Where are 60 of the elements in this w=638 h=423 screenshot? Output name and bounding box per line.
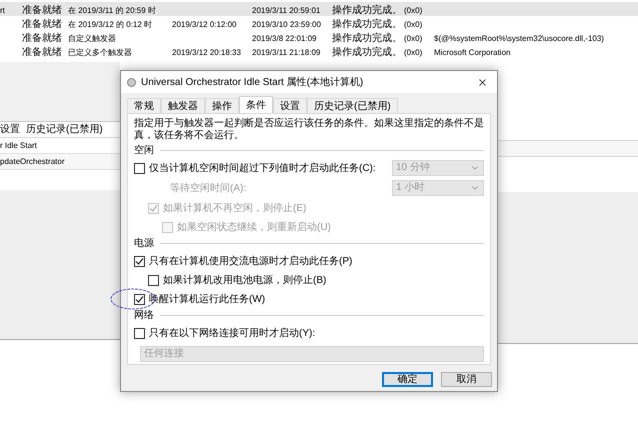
pane-tab[interactable]: 设置	[0, 122, 20, 137]
section-heading: 电源	[134, 236, 154, 251]
table-cell: 准备就绪	[22, 19, 62, 30]
table-cell: 操作成功完成。	[332, 47, 402, 58]
table-cell: 准备就绪	[22, 5, 62, 16]
table-cell: 自定义触发器	[68, 34, 116, 43]
field-label: 等待空闲时间(A):	[170, 182, 246, 196]
table-cell: 2019/3/11 20:59:01	[252, 6, 320, 15]
table-cell: 已定义多个触发器	[68, 48, 132, 57]
check-icon	[149, 204, 158, 212]
checkbox-label: 如果计算机不再空闲，则停止(E)	[163, 202, 306, 216]
checkbox-label: 唤醒计算机运行此任务(W)	[149, 292, 266, 306]
window-title: Universal Orchestrator Idle Start 属性(本地计算机)	[141, 76, 364, 90]
table-cell: 操作成功完成。	[332, 5, 402, 16]
close-icon	[476, 76, 488, 88]
tab[interactable]: 设置	[273, 98, 307, 113]
tab[interactable]: 操作	[205, 98, 239, 113]
section-heading: 空闲	[134, 144, 154, 158]
checkbox-label: 只有在以下网络连接可用时才启动(Y):	[149, 326, 316, 340]
description-text: 指定用于与触发器一起判断是否应运行该任务的条件。如果这里指定的条件不是真，该任务将不会运行。	[134, 118, 484, 142]
tab[interactable]: 常规	[127, 98, 161, 113]
section-heading: 网络	[134, 309, 154, 323]
pane-text: r Idle Start	[0, 140, 37, 152]
checkbox[interactable]	[134, 162, 145, 174]
tab[interactable]: 历史记录(已禁用)	[307, 98, 398, 113]
tab[interactable]: 触发器	[161, 98, 205, 113]
table-cell: (0x0)	[404, 48, 422, 57]
pane-text: pdateOrchestrator	[0, 156, 64, 168]
dialog-button[interactable]: 确定	[382, 372, 433, 387]
table-cell: Microsoft Corporation	[434, 48, 510, 57]
table-cell: 2019/3/10 23:59:00	[252, 20, 321, 29]
checkbox-label: 只有在计算机使用交流电源时才启动此任务(P)	[149, 254, 352, 268]
table-cell: $(@%systemRoot%\system32\usocore.dll,-103)	[434, 34, 604, 43]
checkbox[interactable]	[134, 328, 145, 338]
table-cell: (0x0)	[404, 34, 422, 43]
check-icon	[135, 294, 144, 304]
pane-tab[interactable]: 历史记录(已禁用)	[26, 122, 103, 137]
table-cell: 准备就绪	[22, 33, 62, 44]
table-cell: 2019/3/12 20:18:33	[172, 48, 241, 57]
checkbox[interactable]	[134, 294, 145, 304]
checkbox-label: 如果空闲状态继续，则重新启动(U)	[177, 220, 331, 234]
checkbox-label: 仅当计算机空闲时间超过下列值时才启动此任务(C):	[149, 162, 376, 176]
dialog-button[interactable]: 取消	[441, 372, 492, 387]
checkbox-label: 如果计算机改用电池电源，则停止(B)	[163, 274, 326, 288]
table-cell: 操作成功完成。	[332, 33, 402, 44]
tab[interactable]: 条件	[239, 96, 273, 114]
checkbox[interactable]	[134, 256, 145, 266]
table-cell: (0x0)	[404, 6, 422, 15]
check-icon	[135, 256, 144, 266]
checkbox[interactable]	[148, 274, 159, 286]
table-cell: rt	[0, 6, 5, 15]
table-cell: 2019/3/11 21:18:09	[252, 48, 320, 57]
table-cell: 2019/3/12 0:12:00	[172, 20, 237, 29]
table-cell: 2019/3/8 22:01:09	[252, 34, 317, 43]
table-cell: 在 2019/3/12 的 0:12 时	[68, 20, 152, 29]
table-cell: 在 2019/3/11 的 20:59 时	[68, 6, 156, 15]
table-cell: 准备就绪	[22, 47, 62, 58]
table-cell: 操作成功完成。	[332, 19, 402, 30]
task-row[interactable]: rt 准备就绪 在 2019/3/11 的 20:59 时 2019/3/11 20:59:01 操作成功完成。 (0x0)	[0, 2, 638, 16]
table-cell: (0x0)	[404, 20, 422, 29]
